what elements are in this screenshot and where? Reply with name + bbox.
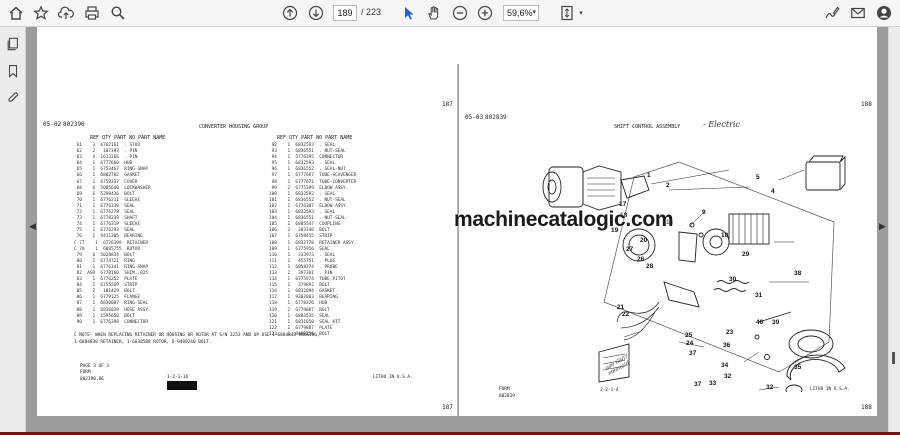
callout-label: 1 — [647, 172, 651, 179]
navigation-sidebar — [0, 27, 26, 435]
callout-label: 30 — [729, 276, 737, 283]
callout-label: 40 — [756, 319, 764, 326]
form-label: FORM — [80, 370, 91, 375]
zoom-in-icon[interactable] — [475, 4, 495, 22]
note-line-1: C NOTE- WHEN REPLACING RETAINER OR HOUSI… — [74, 333, 320, 338]
section-number: 05-02 — [43, 121, 62, 128]
form-number: 802839 — [499, 394, 515, 399]
form-label: FORM — [499, 387, 510, 392]
table-header-left: REF QTY PART NO PART NAME — [90, 135, 166, 141]
page-gap — [37, 416, 877, 418]
sign-icon[interactable] — [822, 4, 842, 22]
callout-label: 21 — [617, 304, 625, 311]
account-icon[interactable] — [874, 4, 894, 22]
callout-label: 4 — [771, 188, 775, 195]
next-page-arrow-icon[interactable]: ▶ — [879, 222, 886, 232]
litho-label: LITHO IN U.S.A. — [810, 387, 850, 392]
form-code: 3-2-1-4 — [600, 388, 619, 393]
callout-label: 2 — [666, 182, 670, 189]
doc-id: 802839 — [485, 114, 507, 121]
callout-label: 32 — [766, 384, 774, 391]
parts-list-right: 92 1 6832593 . SEAL 93 1 6836551 . NUT-S… — [269, 143, 357, 337]
black-stamp — [167, 381, 197, 390]
parts-list-left: 61 3 6762161 . STUD 62 2 107393 . PIN 63… — [74, 143, 151, 325]
callout-label: 24 — [686, 340, 694, 347]
pointer-icon[interactable] — [399, 4, 419, 22]
star-icon[interactable] — [31, 4, 51, 22]
exploded-parts-diagram — [542, 155, 846, 392]
callout-label: 22 — [622, 311, 630, 318]
page-title: SHIFT CONTROL ASSEMBLY — [614, 124, 681, 130]
bookmark-icon[interactable] — [5, 63, 21, 79]
callout-label: 26 — [637, 256, 645, 263]
page-number-input[interactable]: 189 — [333, 5, 357, 21]
doc-id: 802390 — [63, 121, 85, 128]
toolbar: 189 / 223 59,6% ▾ ▾ — [0, 0, 900, 27]
page-number-top: 187 — [442, 101, 453, 108]
arrow-up-icon[interactable] — [280, 4, 300, 22]
zoom-level-dropdown[interactable]: 59,6% ▾ — [503, 5, 539, 21]
pdf-viewer: 189 / 223 59,6% ▾ ▾ 187 05-02 802390 CON… — [0, 0, 900, 435]
callout-label: 31 — [755, 292, 763, 299]
home-icon[interactable] — [6, 4, 26, 22]
callout-label: 38 — [794, 270, 802, 277]
email-icon[interactable] — [848, 4, 868, 22]
callout-label: 39 — [772, 319, 780, 326]
fit-dropdown-chevron-icon[interactable]: ▾ — [576, 4, 586, 22]
note-line-2: 1-6884830 RETAINER, 1-6038588 ROTOR, 6-9… — [74, 340, 212, 345]
callout-label: 35 — [794, 364, 802, 371]
attachment-icon[interactable] — [5, 90, 21, 106]
section-number: 05-03 — [465, 114, 484, 121]
page-title: CONVERTER HOUSING GROUP — [199, 124, 269, 130]
callout-label: 28 — [646, 263, 654, 270]
callout-label: 32 — [724, 373, 732, 380]
callout-label: 37 — [694, 381, 702, 388]
zoom-out-icon[interactable] — [450, 4, 470, 22]
table-header-right: REF QTY PART NO PART NAME — [277, 135, 353, 141]
form-number: 802390.86 — [80, 377, 104, 382]
callout-label: 5 — [756, 174, 760, 181]
hand-icon[interactable] — [424, 4, 444, 22]
callout-label: 20 — [640, 237, 648, 244]
callout-label: 9 — [702, 209, 706, 216]
page-188: 188 05-03 802839 SHIFT CONTROL ASSEMBLY … — [459, 64, 877, 416]
callout-label: 17 — [619, 201, 627, 208]
arrow-down-icon[interactable] — [306, 4, 326, 22]
page-number-bottom: 187 — [442, 404, 453, 411]
callout-label: 34 — [721, 362, 729, 369]
callout-label: 36 — [723, 342, 731, 349]
vertical-scrollbar[interactable] — [888, 27, 900, 435]
print-icon[interactable] — [82, 4, 102, 22]
watermark-text: machinecatalogic.com — [454, 208, 674, 231]
upload-icon[interactable] — [56, 4, 76, 22]
zoom-level-value: 59,6% — [507, 8, 533, 18]
previous-page-bottom — [37, 27, 877, 64]
chevron-down-icon: ▾ — [532, 9, 536, 16]
pages-icon[interactable] — [5, 36, 21, 52]
callout-label: 37 — [689, 350, 697, 357]
page-number-bottom: 188 — [861, 404, 872, 411]
page-count: / 223 — [361, 7, 382, 17]
scrollbar-thumb[interactable] — [892, 352, 895, 364]
callout-label: 23 — [726, 329, 734, 336]
callout-label: 33 — [709, 380, 717, 387]
search-icon[interactable] — [108, 4, 128, 22]
callout-label: 10 — [721, 232, 729, 239]
previous-page-arrow-icon[interactable]: ◀ — [29, 222, 36, 232]
page-number-top: 188 — [861, 101, 872, 108]
callout-label: 27 — [626, 246, 634, 253]
callout-label: 29 — [742, 251, 750, 258]
page-187: 187 05-02 802390 CONVERTER HOUSING GROUP… — [37, 64, 458, 416]
callout-label: 25 — [685, 332, 693, 339]
fit-page-icon[interactable] — [557, 4, 577, 22]
litho-label: LITHO IN U.S.A. — [373, 375, 413, 380]
handwritten-annotation: - Electric — [703, 120, 740, 129]
